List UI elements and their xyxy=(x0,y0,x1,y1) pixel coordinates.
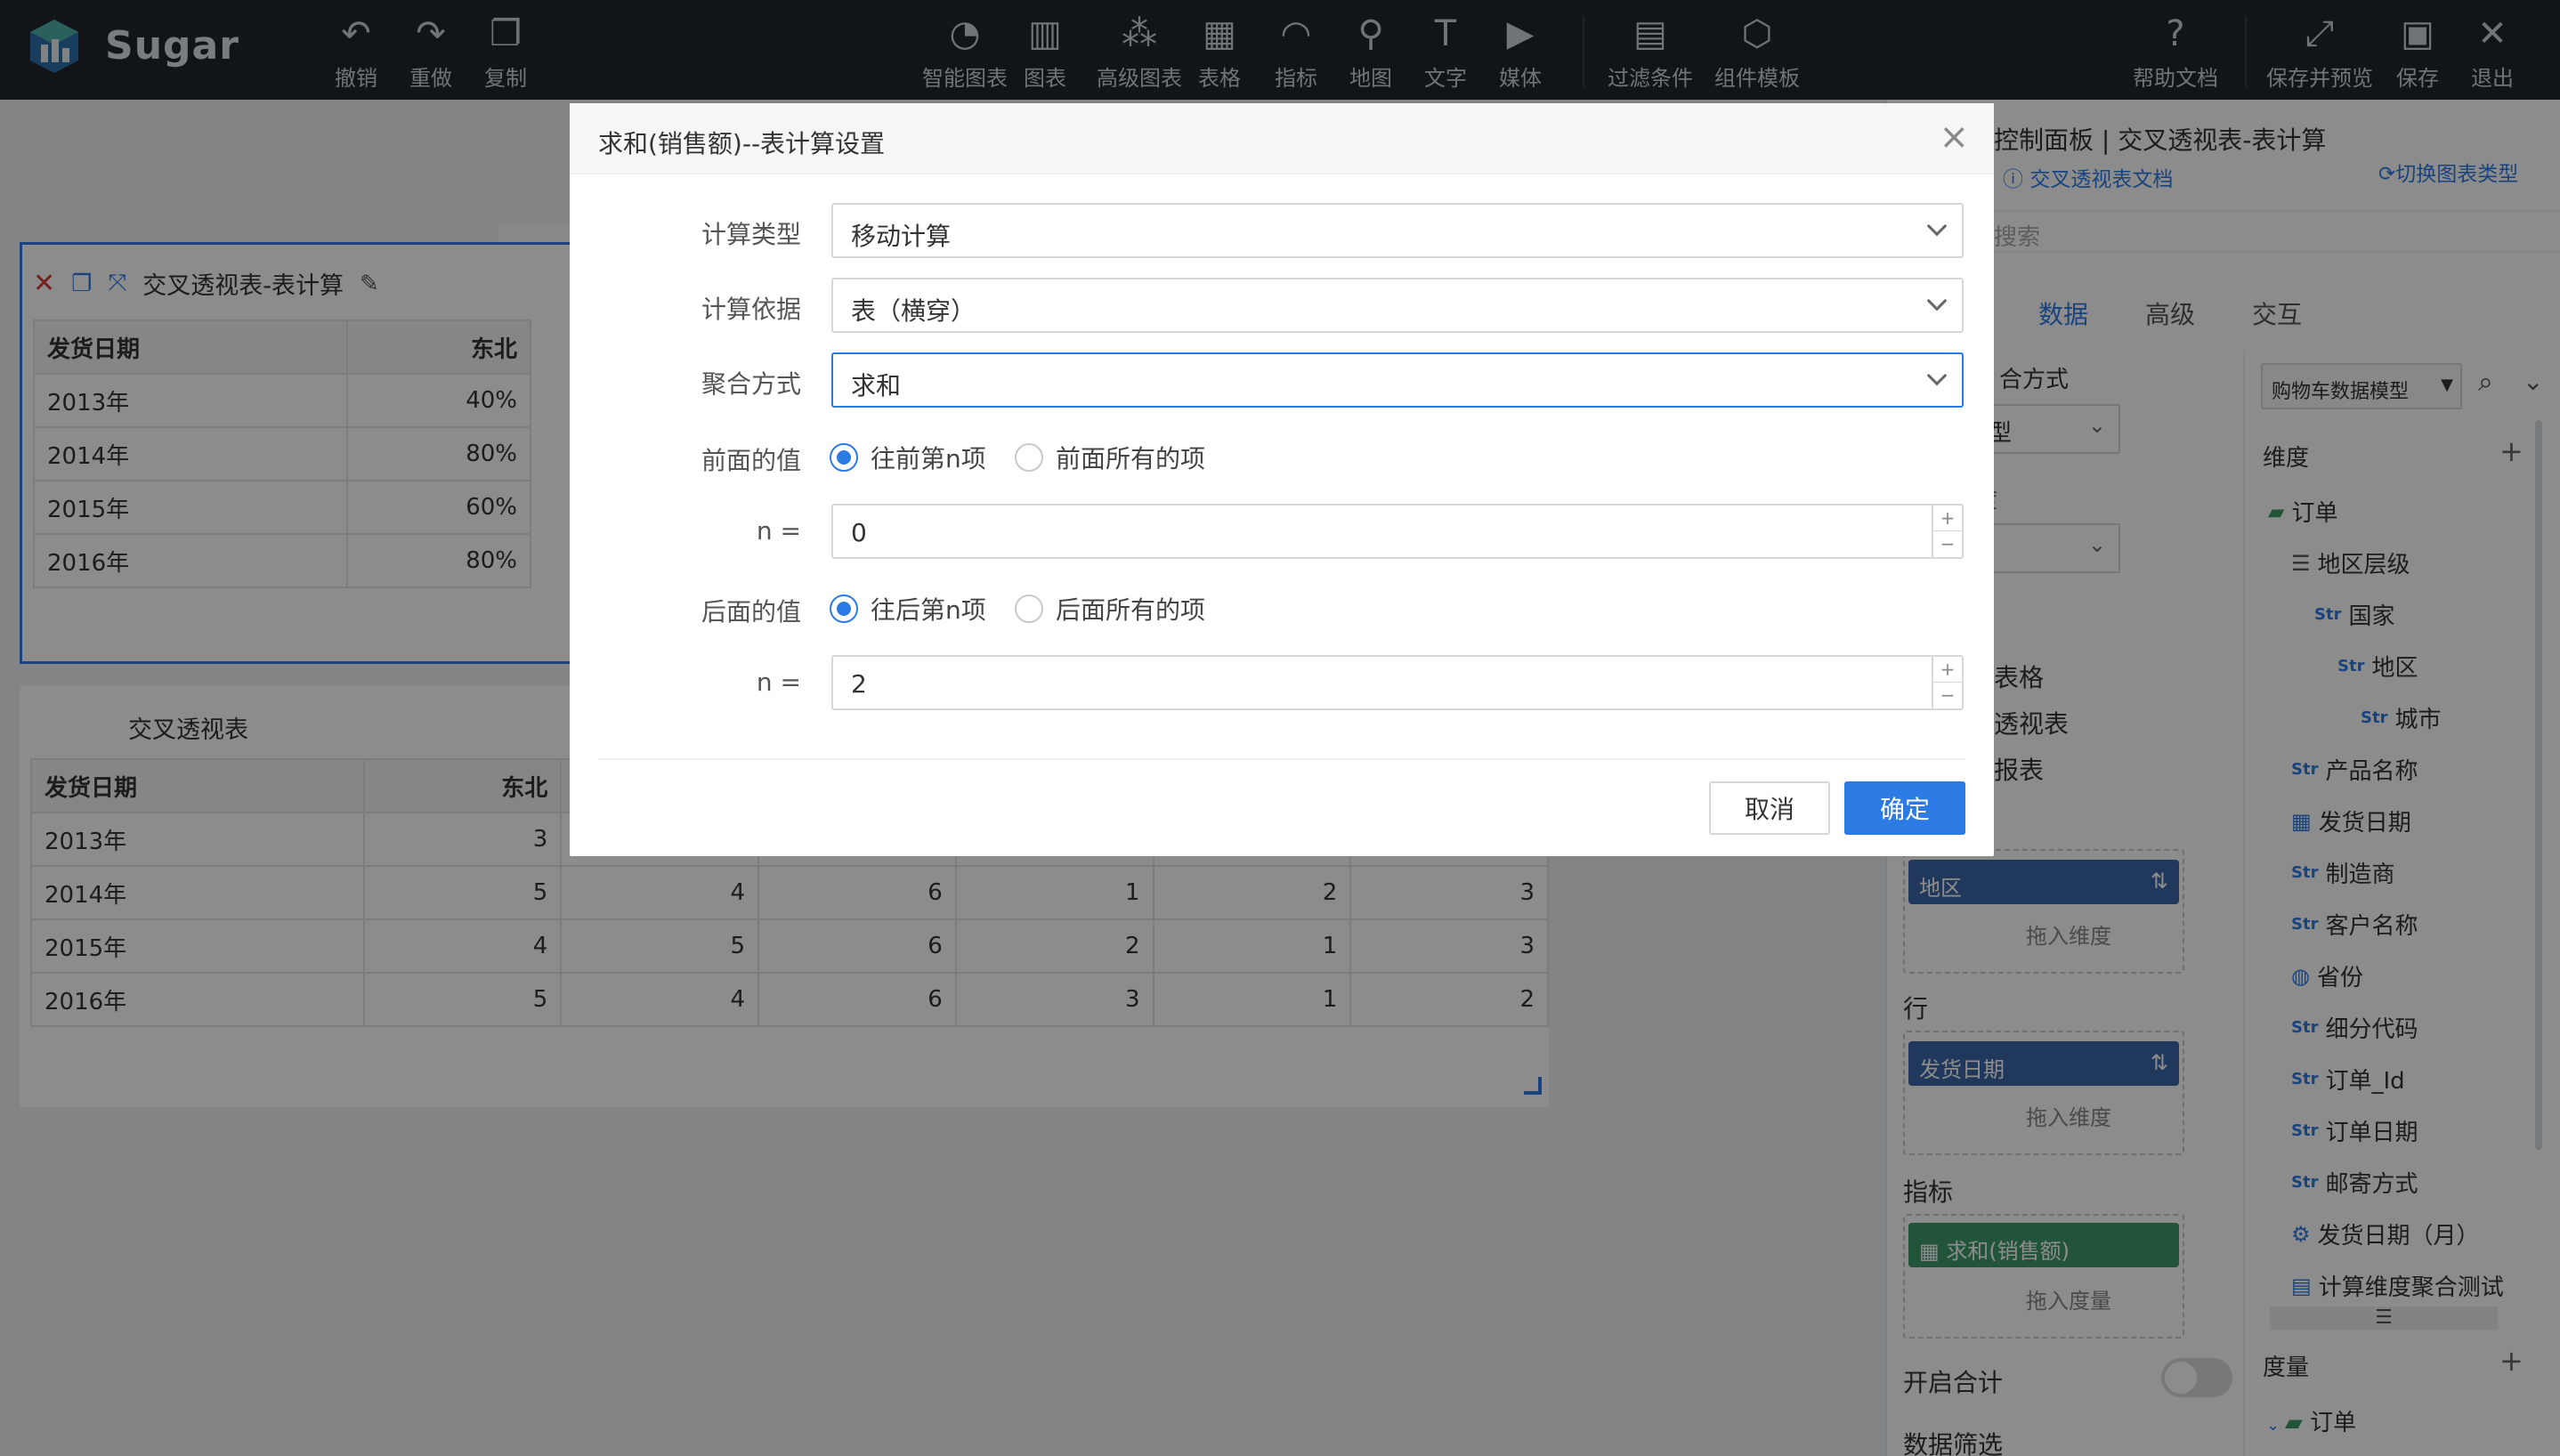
previous-values-row: 前面的值 往前第n项 前面所有的项 xyxy=(570,429,1994,484)
radio-unchecked xyxy=(1015,595,1043,623)
radio-label: 往前第n项 xyxy=(871,444,986,473)
radio-label: 往后第n项 xyxy=(871,595,986,625)
calc-type-label: 计算类型 xyxy=(701,220,801,249)
table-calc-dialog: 求和(销售额)--表计算设置 × 计算类型 移动计算 计算依据 表（横穿） 聚合… xyxy=(570,103,1994,856)
chevron-down-icon xyxy=(1926,290,1948,311)
close-icon[interactable]: × xyxy=(1939,119,1969,155)
calc-type-value: 移动计算 xyxy=(851,222,952,251)
prev-n-value: 0 xyxy=(851,518,867,547)
decrement-icon[interactable]: − xyxy=(1933,683,1962,708)
next-values-label: 后面的值 xyxy=(701,597,801,627)
calc-type-row: 计算类型 移动计算 xyxy=(570,203,1994,258)
radio-checked xyxy=(830,443,858,472)
next-nth-radio[interactable]: 往后第n项 xyxy=(830,591,986,627)
decrement-icon[interactable]: − xyxy=(1933,531,1962,556)
next-n-value: 2 xyxy=(851,669,867,699)
chevron-down-icon xyxy=(1926,365,1948,386)
previous-values-label: 前面的值 xyxy=(701,446,801,475)
prev-n-input[interactable]: 0 + − xyxy=(831,504,1964,559)
radio-label: 后面所有的项 xyxy=(1056,595,1206,625)
calc-type-select[interactable]: 移动计算 xyxy=(831,203,1964,258)
confirm-button[interactable]: 确定 xyxy=(1844,781,1965,835)
aggregation-row: 聚合方式 求和 xyxy=(570,352,1994,408)
radio-unchecked xyxy=(1015,443,1043,472)
next-n-row: n = 2 + − xyxy=(570,655,1994,710)
increment-icon[interactable]: + xyxy=(1933,657,1962,683)
dialog-header: 求和(销售额)--表计算设置 × xyxy=(570,103,1994,174)
number-stepper[interactable]: + − xyxy=(1932,506,1962,557)
next-values-row: 后面的值 往后第n项 后面所有的项 xyxy=(570,580,1994,635)
dialog-title: 求和(销售额)--表计算设置 xyxy=(598,129,886,158)
calc-basis-label: 计算依据 xyxy=(701,295,801,324)
n-label: n = xyxy=(756,516,801,546)
chevron-down-icon xyxy=(1926,215,1948,237)
next-n-input[interactable]: 2 + − xyxy=(831,655,1964,710)
next-all-radio[interactable]: 后面所有的项 xyxy=(1015,591,1205,627)
n-label: n = xyxy=(756,667,801,697)
increment-icon[interactable]: + xyxy=(1933,506,1962,531)
calc-basis-row: 计算依据 表（横穿） xyxy=(570,278,1994,333)
prev-n-row: n = 0 + − xyxy=(570,504,1994,559)
aggregation-value: 求和 xyxy=(851,371,902,400)
radio-checked xyxy=(830,595,858,623)
radio-label: 前面所有的项 xyxy=(1056,444,1206,473)
calc-basis-select[interactable]: 表（横穿） xyxy=(831,278,1964,333)
prev-nth-radio[interactable]: 往前第n项 xyxy=(830,440,986,475)
prev-all-radio[interactable]: 前面所有的项 xyxy=(1015,440,1205,475)
dialog-divider xyxy=(598,758,1965,760)
calc-basis-value: 表（横穿） xyxy=(851,296,976,326)
cancel-button[interactable]: 取消 xyxy=(1709,781,1830,835)
aggregation-select[interactable]: 求和 xyxy=(831,352,1964,408)
aggregation-label: 聚合方式 xyxy=(701,369,801,399)
number-stepper[interactable]: + − xyxy=(1932,657,1962,708)
